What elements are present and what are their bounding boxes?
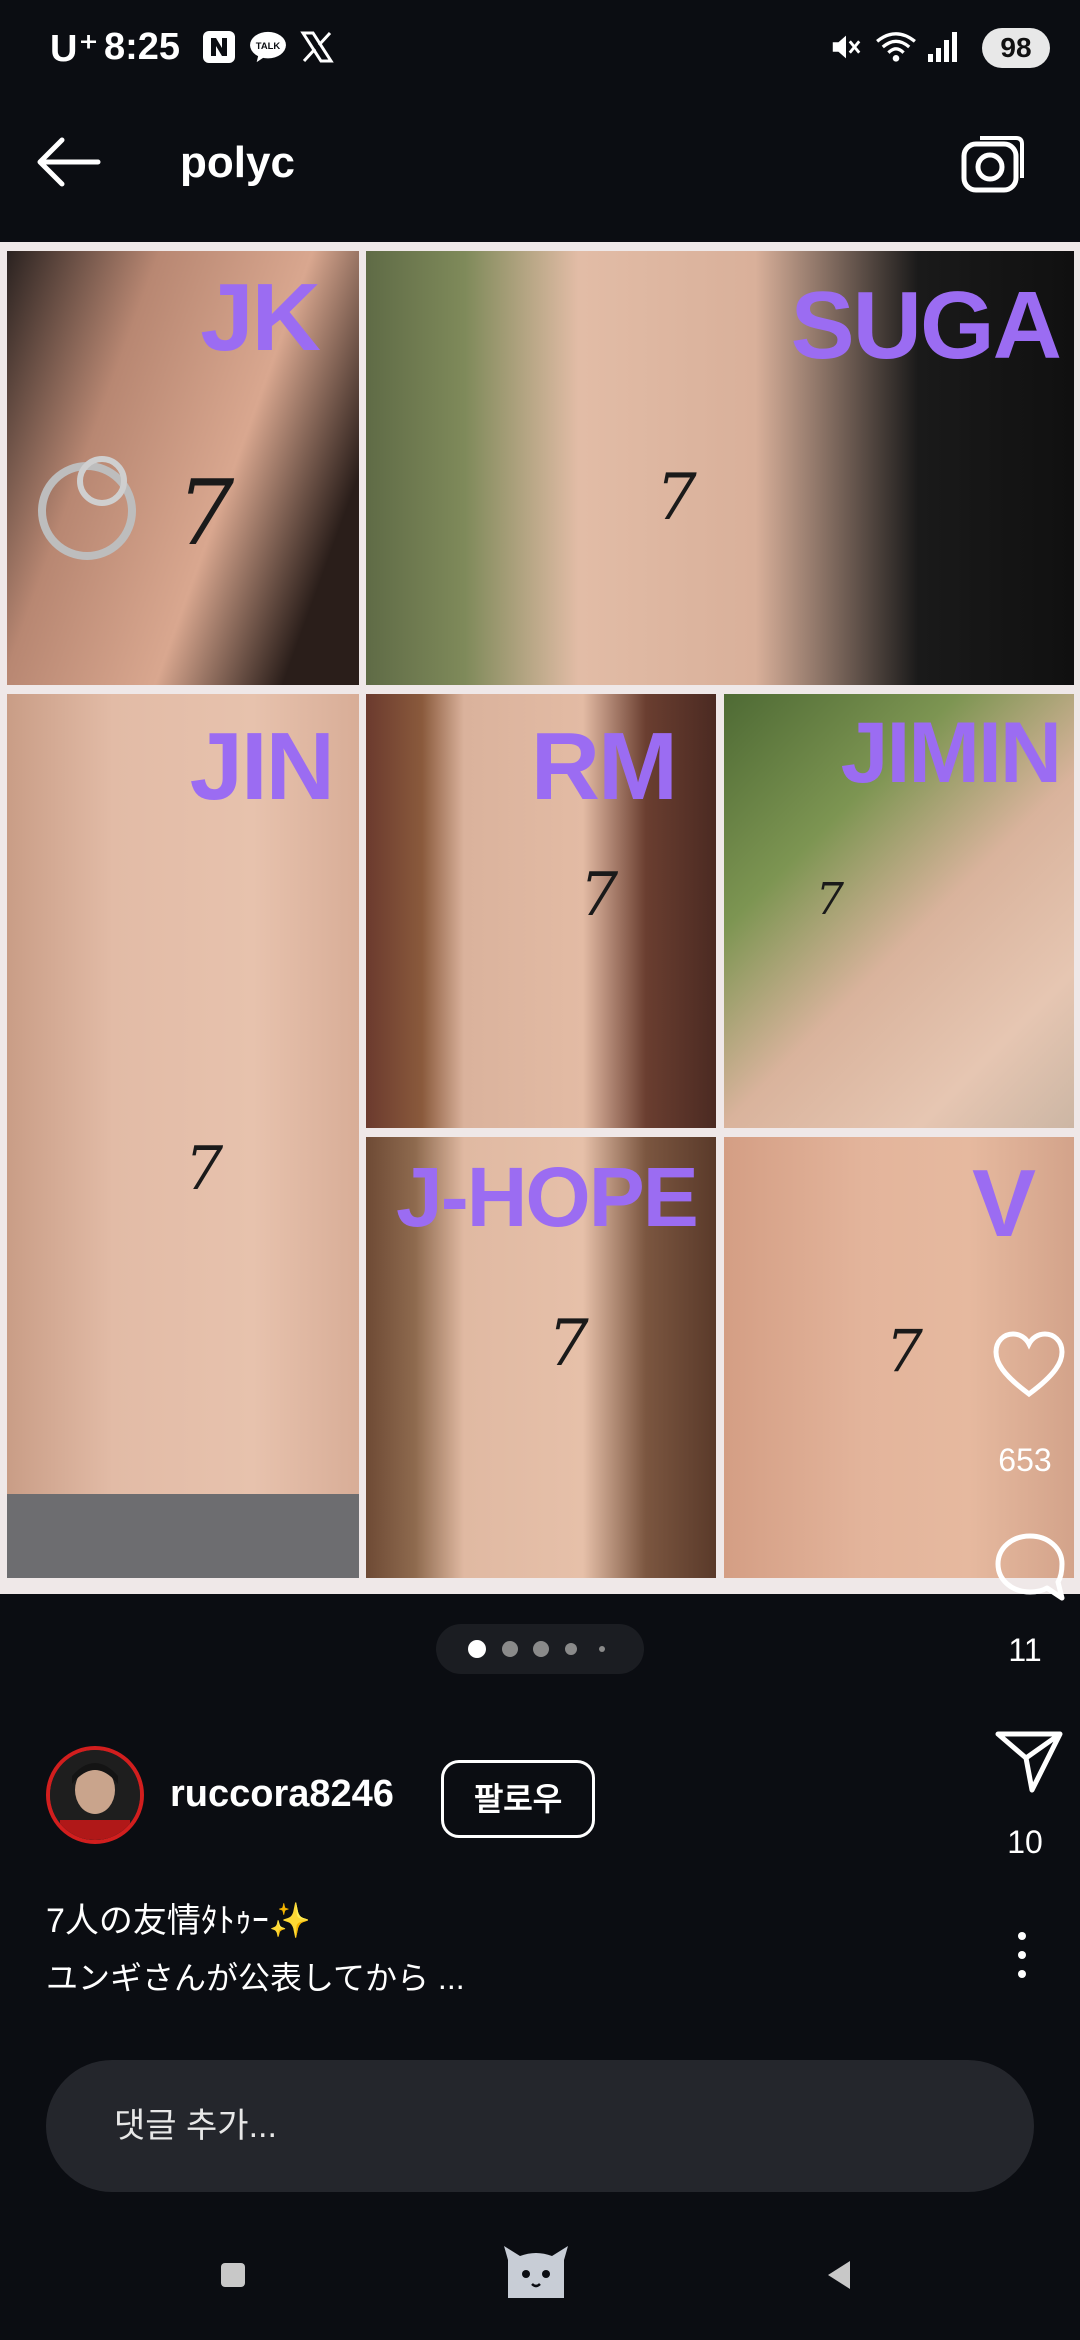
page-title: polyc	[180, 138, 295, 187]
system-nav-bar	[0, 2220, 1080, 2340]
carrier-label: U⁺	[50, 28, 100, 70]
tile-label: V	[971, 1150, 1036, 1257]
tile-label: JIMIN	[840, 705, 1062, 801]
share-count: 10	[1007, 1824, 1043, 1860]
camera-icon[interactable]	[960, 132, 1026, 198]
home-cat-icon[interactable]	[500, 2242, 572, 2302]
app-header: polyc	[0, 88, 1080, 238]
carousel-dot	[533, 1641, 549, 1657]
share-icon[interactable]	[994, 1728, 1064, 1794]
like-count: 653	[998, 1442, 1052, 1478]
naver-icon	[203, 31, 235, 63]
username[interactable]: ruccora8246	[170, 1773, 394, 1816]
tile-jhope: J-HOPE 7	[366, 1137, 716, 1578]
tile-suga: SUGA 7	[366, 251, 1074, 685]
follow-button[interactable]: 팔로우	[441, 1760, 595, 1838]
status-time: 8:25	[104, 26, 181, 68]
avatar-image	[50, 1750, 140, 1840]
wifi-icon	[876, 32, 916, 62]
tile-jk: JK 7	[7, 251, 359, 685]
earring-image	[38, 456, 136, 560]
comment-count: 11	[1008, 1632, 1042, 1668]
tile-rm: RM 7	[366, 694, 716, 1128]
carousel-dot	[502, 1641, 518, 1657]
tile-label: RM	[530, 713, 678, 820]
tattoo-seven: 7	[580, 860, 619, 930]
recent-apps-icon[interactable]	[218, 2260, 248, 2290]
tattoo-seven: 7	[886, 1317, 923, 1385]
comment-icon[interactable]	[992, 1530, 1068, 1606]
tattoo-seven: 7	[548, 1307, 589, 1381]
comment-input[interactable]: 댓글 추가...	[46, 2060, 1034, 2192]
more-options-icon[interactable]	[1012, 1930, 1032, 1980]
tattoo-seven: 7	[177, 461, 235, 566]
carousel-dot	[565, 1643, 577, 1655]
kakaotalk-icon: TALK	[250, 31, 286, 63]
post-image-collage[interactable]: JK 7 SUGA 7 JIN 7 RM 7 JIMIN 7 J-HOPE 7 …	[0, 242, 1080, 1594]
avatar[interactable]	[46, 1746, 144, 1844]
carousel-dot-active	[468, 1640, 486, 1658]
tattoo-seven: 7	[656, 461, 697, 535]
carousel-dot	[599, 1646, 605, 1652]
tile-label: J-HOPE	[396, 1150, 699, 1244]
caption-line-1: 7人の友情ﾀﾄｩｰ✨	[46, 1902, 312, 1940]
tile-label: JIN	[189, 713, 335, 820]
tattoo-seven: 7	[185, 1134, 224, 1204]
waistband	[7, 1494, 359, 1578]
tile-jimin: JIMIN 7	[724, 694, 1074, 1128]
svg-text:TALK: TALK	[256, 41, 281, 52]
mute-icon	[832, 35, 861, 59]
caption-line-2[interactable]: ユンギさんが公表してから ...	[46, 1953, 465, 1999]
signal-icon	[928, 32, 957, 62]
tile-label: JK	[200, 264, 321, 371]
x-icon	[300, 31, 334, 63]
arrow-left-icon[interactable]	[34, 132, 104, 192]
carousel-indicator	[436, 1624, 644, 1674]
heart-icon[interactable]	[992, 1330, 1066, 1400]
back-triangle-icon[interactable]	[824, 2258, 854, 2292]
tattoo-seven: 7	[816, 874, 844, 925]
tile-jin: JIN 7	[7, 694, 359, 1578]
status-bar: U⁺ 8:25 TALK 98	[0, 0, 1080, 88]
tile-label: SUGA	[790, 272, 1062, 379]
battery-indicator: 98	[982, 28, 1050, 68]
